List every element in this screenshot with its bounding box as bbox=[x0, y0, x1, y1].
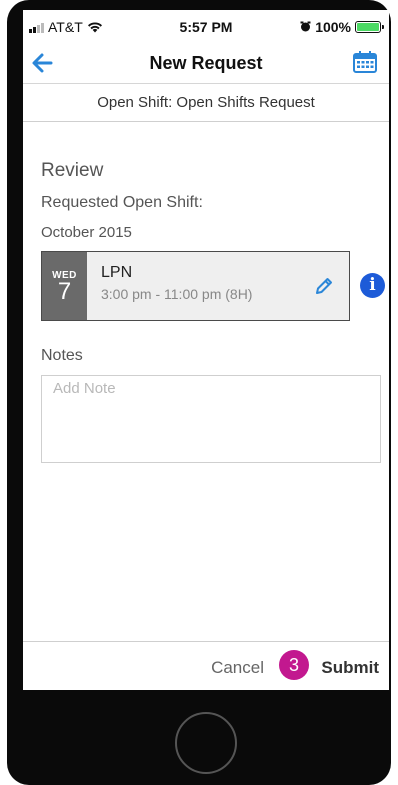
requested-shift-label: Requested Open Shift: bbox=[41, 194, 203, 211]
notes-input[interactable] bbox=[42, 376, 380, 462]
phone-frame: AT&T 5:57 PM 100% New Request Open Shift… bbox=[7, 0, 391, 785]
status-right: 100% bbox=[300, 19, 384, 35]
submit-button[interactable]: Submit bbox=[321, 658, 379, 678]
app-screen: AT&T 5:57 PM 100% New Request Open Shift… bbox=[23, 10, 389, 690]
calendar-icon bbox=[353, 51, 377, 73]
request-type-header: Open Shift: Open Shifts Request bbox=[23, 84, 389, 122]
shift-role: LPN bbox=[101, 264, 133, 281]
edit-shift-button[interactable] bbox=[313, 275, 335, 297]
nav-bar: New Request bbox=[23, 42, 389, 84]
shift-row: WED 7 LPN 3:00 pm - 11:00 pm (8H) i bbox=[41, 251, 385, 321]
month-label: October 2015 bbox=[41, 224, 132, 241]
info-icon[interactable]: i bbox=[360, 273, 385, 298]
shift-date: WED 7 bbox=[42, 252, 87, 320]
review-title: Review bbox=[41, 160, 104, 181]
battery-icon bbox=[355, 21, 384, 33]
step-badge: 3 bbox=[279, 650, 309, 680]
notes-box bbox=[41, 375, 381, 463]
home-button[interactable] bbox=[175, 712, 237, 774]
calendar-button[interactable] bbox=[351, 50, 379, 76]
notes-label: Notes bbox=[41, 347, 83, 364]
review-section: Review Requested Open Shift: October 201… bbox=[23, 160, 389, 463]
page-title: New Request bbox=[149, 53, 263, 73]
pencil-icon bbox=[316, 278, 332, 294]
shift-day-number: 7 bbox=[57, 277, 72, 305]
alarm-icon bbox=[300, 19, 311, 35]
battery-percent: 100% bbox=[315, 19, 351, 35]
cancel-button[interactable]: Cancel bbox=[211, 658, 264, 678]
action-bar: Cancel 3 Submit bbox=[23, 641, 389, 690]
shift-card[interactable]: WED 7 LPN 3:00 pm - 11:00 pm (8H) bbox=[41, 251, 350, 321]
status-bar: AT&T 5:57 PM 100% bbox=[23, 10, 389, 42]
shift-info: LPN 3:00 pm - 11:00 pm (8H) bbox=[87, 252, 349, 320]
shift-time: 3:00 pm - 11:00 pm (8H) bbox=[101, 286, 253, 302]
